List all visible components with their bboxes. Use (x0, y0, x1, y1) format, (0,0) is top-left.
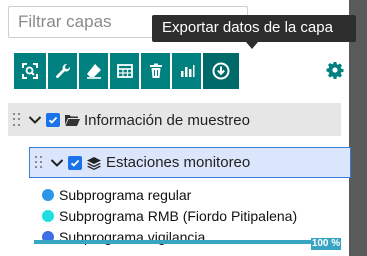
clear-style-button[interactable] (79, 53, 108, 89)
group-label: Información de muestreo (84, 111, 250, 129)
tooltip-arrow (246, 42, 258, 49)
layer-group-row[interactable]: Información de muestreo (8, 104, 341, 136)
legend-item: Subprograma regular (42, 184, 348, 205)
chevron-down-icon[interactable] (27, 112, 43, 128)
layer-row-selected[interactable]: Estaciones monitoreo (29, 147, 351, 178)
drag-handle-icon[interactable] (13, 113, 21, 127)
zoom-to-layer-button[interactable] (14, 53, 46, 89)
layer-label: Estaciones monitoreo (106, 154, 251, 171)
settings-button[interactable] (325, 60, 345, 80)
bar-chart-icon (180, 65, 194, 77)
layer-tree: Información de muestreo Estaciones monit… (8, 103, 351, 256)
table-icon (116, 64, 133, 78)
checkmark-icon (48, 116, 58, 124)
checkmark-icon (70, 159, 80, 167)
progress-label: 100 % (311, 238, 341, 250)
remove-layer-button[interactable] (141, 53, 170, 89)
export-layer-data-button[interactable] (203, 53, 239, 89)
layer-legend: Subprograma regular Subprograma RMB (Fio… (42, 184, 348, 247)
chevron-down-icon[interactable] (49, 155, 65, 171)
folder-open-icon (65, 115, 80, 126)
layers-stack-icon (87, 156, 101, 170)
legend-symbol (42, 188, 54, 201)
layers-panel: Información de muestreo Estaciones monit… (0, 0, 356, 256)
zoom-to-extent-icon (22, 63, 38, 79)
legend-symbol (42, 209, 54, 222)
trash-icon (149, 63, 162, 78)
layer-chart-button[interactable] (172, 53, 201, 89)
group-visibility-checkbox[interactable] (46, 113, 60, 127)
drag-handle-icon[interactable] (35, 155, 43, 170)
layer-load-progress (34, 240, 341, 244)
legend-item: Subprograma RMB (Fiordo Pitipalena) (42, 205, 348, 226)
legend-label: Subprograma RMB (Fiordo Pitipalena) (59, 207, 298, 224)
legend-label: Subprograma regular (59, 186, 192, 203)
export-circle-arrow-icon (212, 62, 230, 80)
progress-fill (34, 240, 341, 244)
layer-tools-button[interactable] (48, 53, 77, 89)
layer-visibility-checkbox[interactable] (68, 155, 82, 170)
gear-icon (326, 62, 344, 79)
attribute-table-button[interactable] (110, 53, 139, 89)
layer-toolbar (14, 53, 239, 89)
eraser-icon (86, 64, 101, 79)
export-tooltip: Exportar datos de la capa (152, 15, 356, 42)
wrench-icon (55, 63, 70, 79)
